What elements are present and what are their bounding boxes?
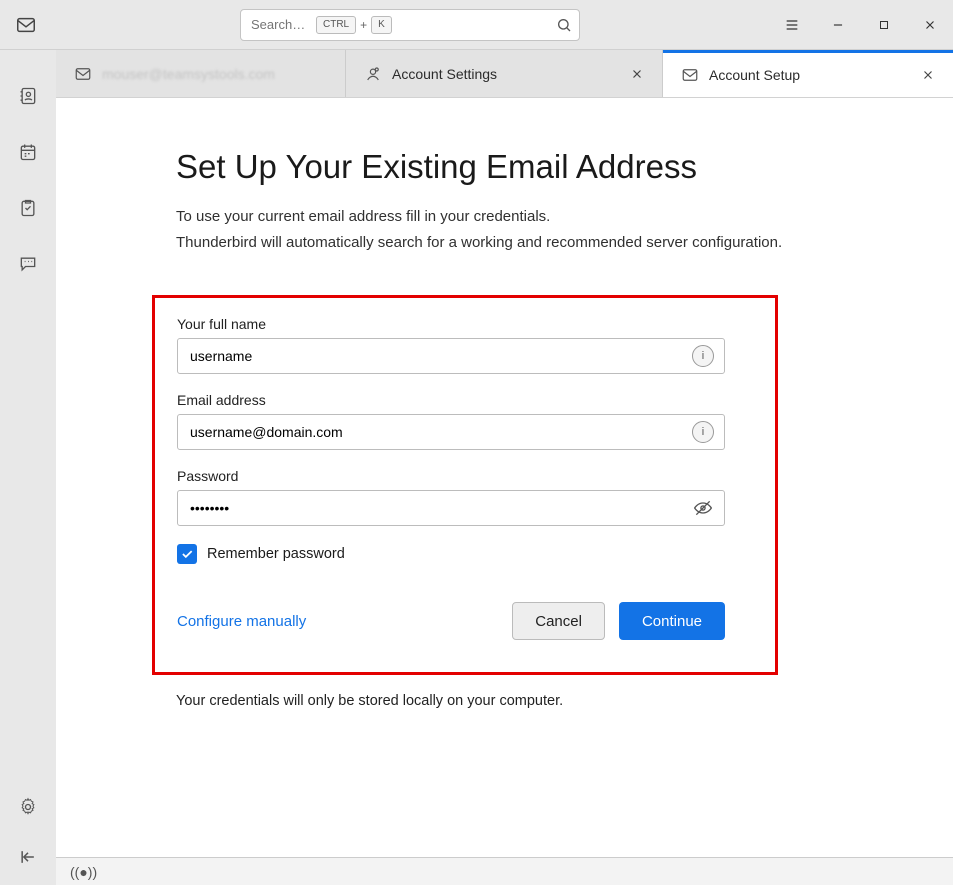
close-icon[interactable] bbox=[630, 67, 644, 81]
minimize-button[interactable] bbox=[815, 0, 861, 50]
search-shortcut: CTRL + K bbox=[316, 16, 392, 34]
window-controls bbox=[769, 0, 953, 50]
kbd-ctrl: CTRL bbox=[316, 16, 356, 34]
page-intro: To use your current email address fill i… bbox=[176, 204, 896, 255]
password-label: Password bbox=[177, 468, 753, 484]
status-bar: ((●)) bbox=[56, 857, 953, 885]
password-input[interactable] bbox=[177, 490, 725, 526]
remember-password-checkbox[interactable]: Remember password bbox=[177, 544, 753, 564]
sidebar-calendar-icon[interactable] bbox=[10, 134, 46, 170]
sidebar-chat-icon[interactable] bbox=[10, 246, 46, 282]
content-area: mouser@teamsystools.com Account Settings bbox=[56, 50, 953, 885]
close-icon[interactable] bbox=[921, 68, 935, 82]
page-title: Set Up Your Existing Email Address bbox=[176, 148, 896, 186]
mail-setup-icon bbox=[681, 66, 699, 84]
tab-account-setup[interactable]: Account Setup bbox=[663, 50, 953, 97]
tab-setup-label: Account Setup bbox=[709, 67, 800, 83]
tab-account-mail[interactable]: mouser@teamsystools.com bbox=[56, 50, 346, 97]
tab-settings-label: Account Settings bbox=[392, 66, 497, 82]
email-label: Email address bbox=[177, 392, 753, 408]
sidebar-settings-icon[interactable] bbox=[10, 789, 46, 825]
maximize-button[interactable] bbox=[861, 0, 907, 50]
remember-label: Remember password bbox=[207, 546, 345, 562]
broadcast-icon: ((●)) bbox=[70, 864, 97, 880]
credentials-footnote: Your credentials will only be stored loc… bbox=[176, 693, 896, 709]
hamburger-menu-icon[interactable] bbox=[769, 0, 815, 50]
tab-account-settings[interactable]: Account Settings bbox=[346, 50, 663, 97]
tab-strip: mouser@teamsystools.com Account Settings bbox=[56, 50, 953, 98]
credentials-form-highlight: Your full name i Email address i bbox=[152, 295, 778, 675]
search-input[interactable] bbox=[240, 9, 580, 41]
show-password-icon[interactable] bbox=[692, 497, 714, 519]
checkbox-checked-icon bbox=[177, 544, 197, 564]
fullname-label: Your full name bbox=[177, 316, 753, 332]
info-icon[interactable]: i bbox=[692, 345, 714, 367]
cancel-button[interactable]: Cancel bbox=[512, 602, 605, 640]
kbd-k: K bbox=[371, 16, 392, 34]
app-mail-icon bbox=[12, 11, 40, 39]
intro-line-1: To use your current email address fill i… bbox=[176, 204, 896, 230]
form-actions: Configure manually Cancel Continue bbox=[177, 602, 725, 640]
continue-button[interactable]: Continue bbox=[619, 602, 725, 640]
tab-account-label: mouser@teamsystools.com bbox=[102, 66, 275, 82]
account-setup-page: Set Up Your Existing Email Address To us… bbox=[56, 98, 953, 857]
search-icon[interactable] bbox=[556, 17, 572, 33]
fullname-input[interactable] bbox=[177, 338, 725, 374]
email-input[interactable] bbox=[177, 414, 725, 450]
field-email: Email address i bbox=[177, 392, 753, 450]
sidebar-collapse-icon[interactable] bbox=[10, 839, 46, 875]
field-password: Password bbox=[177, 468, 753, 526]
field-fullname: Your full name i bbox=[177, 316, 753, 374]
configure-manually-link[interactable]: Configure manually bbox=[177, 613, 306, 630]
sidebar-tasks-icon[interactable] bbox=[10, 190, 46, 226]
spaces-toolbar bbox=[0, 50, 56, 885]
intro-line-2: Thunderbird will automatically search fo… bbox=[176, 230, 896, 256]
account-settings-icon bbox=[364, 65, 382, 83]
close-window-button[interactable] bbox=[907, 0, 953, 50]
global-search: CTRL + K bbox=[240, 9, 580, 41]
title-bar: CTRL + K bbox=[0, 0, 953, 50]
info-icon[interactable]: i bbox=[692, 421, 714, 443]
sidebar-address-book-icon[interactable] bbox=[10, 78, 46, 114]
mail-icon bbox=[74, 65, 92, 83]
